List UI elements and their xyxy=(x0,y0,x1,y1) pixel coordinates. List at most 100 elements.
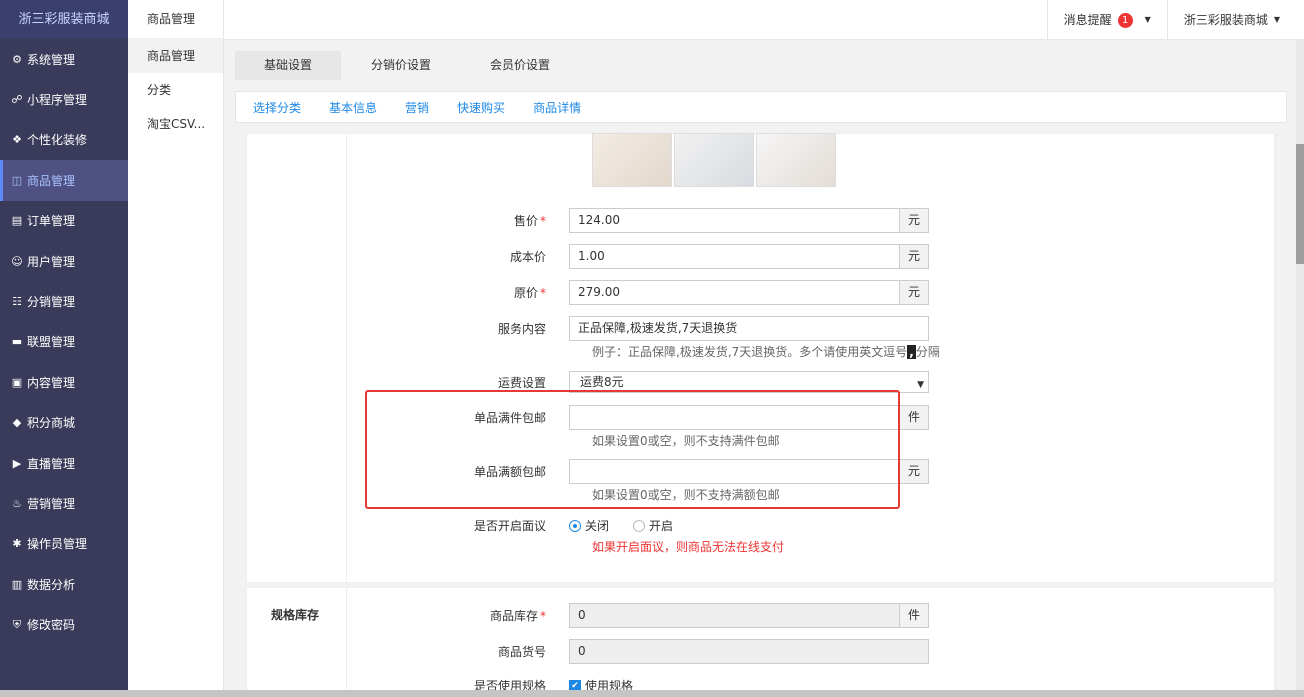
inventory-row: 商品库存 * 0 件 xyxy=(347,603,929,628)
sub-item-taobao-csv[interactable]: 淘宝CSV... xyxy=(128,107,223,141)
tab-member-price[interactable]: 会员价设置 xyxy=(461,51,579,80)
cost-unit: 元 xyxy=(900,244,929,269)
sidebar-item[interactable]: ❖ 个性化装修 xyxy=(0,120,128,160)
cog-icon: ✱ xyxy=(12,537,22,551)
original-price-input[interactable]: 279.00 xyxy=(569,280,900,305)
sidebar-item[interactable]: ▥ 数据分析 xyxy=(0,564,128,604)
negotiable-label: 是否开启面议 xyxy=(473,519,546,533)
sub-item-goods[interactable]: 商品管理 xyxy=(128,39,223,73)
negotiable-off-radio[interactable]: 关闭 xyxy=(569,517,609,534)
stock-form: 商品库存 * 0 件 商品货号 0 是否使用规格 ✔ 使用规格 xyxy=(346,587,1275,690)
sku-row: 商品货号 0 xyxy=(347,639,929,664)
chevron-down-icon: ▼ xyxy=(917,380,924,390)
brand-title[interactable]: 浙三彩服装商城 xyxy=(0,0,128,39)
service-label: 服务内容 xyxy=(497,322,546,336)
negotiable-help: 如果开启面议，则商品无法在线支付 xyxy=(592,540,785,554)
sidebar-item-label: 小程序管理 xyxy=(27,93,88,108)
top-bar: 消息提醒 1 ▼ 浙三彩服装商城 ▼ xyxy=(224,0,1304,40)
use-spec-checkbox[interactable]: ✔ 使用规格 xyxy=(569,677,633,690)
card-icon: ▬ xyxy=(11,335,23,349)
tab-distribution-price[interactable]: 分销价设置 xyxy=(342,51,460,80)
caret-down-icon: ▼ xyxy=(1144,15,1151,24)
messages-button[interactable]: 消息提醒 1 ▼ xyxy=(1046,0,1167,40)
sidebar-item-label: 系统管理 xyxy=(27,52,76,67)
shipping-selected-value: 运费8元 xyxy=(580,375,624,389)
service-help: 例子：正品保障,极速发货,7天退换货。多个请使用英文逗号, 分隔 xyxy=(592,345,940,359)
service-row: 服务内容 正品保障,极速发货,7天退换货 xyxy=(347,316,929,341)
free-pieces-row: 单品满件包邮 件 xyxy=(347,405,929,430)
sidebar-item-label: 数据分析 xyxy=(27,577,76,592)
shipping-label: 运费设置 xyxy=(497,375,546,390)
sidebar-item[interactable]: ☺ 用户管理 xyxy=(0,241,128,281)
sidebar-item[interactable]: ◫ 商品管理 xyxy=(0,160,128,201)
diamond-icon: ❖ xyxy=(12,133,22,147)
nav-list: ⚙ 系统管理 ☍ 小程序管理 ❖ 个性化装修 ◫ 商品管理 ▤ 订单管理 ☺ 用户管理 ☷ 分销管理 ▬ 联盟… xyxy=(0,39,128,645)
tab-basic-settings[interactable]: 基础设置 xyxy=(235,51,342,80)
marketing-icon: ♨ xyxy=(12,496,22,510)
caret-down-icon: ▼ xyxy=(1273,15,1280,24)
free-pieces-unit: 件 xyxy=(900,405,929,430)
sidebar-item[interactable]: ▬ 联盟管理 xyxy=(0,322,128,362)
cost-input[interactable]: 1.00 xyxy=(569,244,900,269)
horizontal-scrollbar[interactable] xyxy=(0,690,1304,697)
negotiable-on-radio[interactable]: 开启 xyxy=(633,517,673,534)
product-image[interactable] xyxy=(592,133,672,187)
price-row: 售价 * 124.00 元 xyxy=(347,208,929,233)
anchor-quick-buy[interactable]: 快速购买 xyxy=(457,99,505,116)
free-pieces-label: 单品满件包邮 xyxy=(473,411,546,425)
anchor-basic-info[interactable]: 基本信息 xyxy=(329,99,377,116)
use-spec-label: 是否使用规格 xyxy=(473,679,546,690)
sidebar-item[interactable]: ⛨ 修改密码 xyxy=(0,604,128,644)
free-amount-label: 单品满额包邮 xyxy=(473,465,546,479)
sidebar-item[interactable]: ✱ 操作员管理 xyxy=(0,524,128,564)
product-images xyxy=(592,133,838,187)
sidebar-item-label: 订单管理 xyxy=(27,214,76,229)
sku-input[interactable]: 0 xyxy=(569,639,929,664)
basic-info-form: 售价 * 124.00 元 成本价 1.00 元 原价 * 279.00 元 服务内… xyxy=(346,133,1275,582)
sub-item-category[interactable]: 分类 xyxy=(128,73,223,107)
user-icon: ☺ xyxy=(11,254,23,268)
sidebar-item[interactable]: ▶ 直播管理 xyxy=(0,443,128,483)
sidebar-item[interactable]: ▣ 内容管理 xyxy=(0,362,128,402)
radio-checked-icon xyxy=(569,519,581,532)
bag-icon: ◫ xyxy=(11,173,23,187)
content-icon: ▣ xyxy=(11,375,23,389)
sidebar-item[interactable]: ◆ 积分商城 xyxy=(0,403,128,443)
inventory-input[interactable]: 0 xyxy=(569,603,900,628)
product-image[interactable] xyxy=(674,133,754,187)
vertical-scrollbar[interactable] xyxy=(1296,40,1304,690)
sidebar-item-label: 内容管理 xyxy=(27,375,76,390)
price-input[interactable]: 124.00 xyxy=(569,208,900,233)
anchor-goods-detail[interactable]: 商品详情 xyxy=(533,99,581,116)
sub-sidebar: 商品管理 商品管理 分类 淘宝CSV... xyxy=(128,0,224,697)
play-icon: ▶ xyxy=(12,456,22,470)
price-label: 售价 xyxy=(513,214,538,228)
sidebar-item-label: 修改密码 xyxy=(27,618,76,633)
product-image[interactable] xyxy=(756,133,836,187)
free-pieces-help: 如果设置0或空，则不支持满件包邮 xyxy=(592,434,780,448)
price-unit: 元 xyxy=(900,208,929,233)
list-icon: ▤ xyxy=(11,214,23,228)
sidebar-item[interactable]: ☍ 小程序管理 xyxy=(0,79,128,119)
sub-sidebar-title: 商品管理 xyxy=(128,0,223,39)
sidebar-item[interactable]: ⚙ 系统管理 xyxy=(0,39,128,79)
negotiable-row: 是否开启面议 关闭 开启 xyxy=(347,517,697,534)
inventory-label: 商品库存 xyxy=(489,609,538,623)
sidebar-item[interactable]: ▤ 订单管理 xyxy=(0,201,128,241)
sidebar-item-label: 积分商城 xyxy=(27,416,76,431)
sidebar-item[interactable]: ☷ 分销管理 xyxy=(0,281,128,321)
anchor-marketing[interactable]: 营销 xyxy=(405,99,429,116)
scrollbar-thumb[interactable] xyxy=(1296,144,1304,264)
stock-section-title: 规格库存 xyxy=(271,608,320,622)
anchor-select-category[interactable]: 选择分类 xyxy=(253,99,301,116)
shipping-select[interactable]: 运费8元 ▼ xyxy=(569,371,929,393)
free-amount-input[interactable] xyxy=(569,459,900,484)
free-amount-unit: 元 xyxy=(900,459,929,484)
service-input[interactable]: 正品保障,极速发货,7天退换货 xyxy=(569,316,929,341)
store-menu-button[interactable]: 浙三彩服装商城 ▼ xyxy=(1166,0,1304,40)
section-anchor-tabs: 选择分类 基本信息 营销 快速购买 商品详情 xyxy=(235,91,1287,123)
free-pieces-input[interactable] xyxy=(569,405,900,430)
inventory-unit: 件 xyxy=(900,603,929,628)
sidebar-item[interactable]: ♨ 营销管理 xyxy=(0,483,128,523)
sidebar-item-label: 分销管理 xyxy=(27,295,76,310)
